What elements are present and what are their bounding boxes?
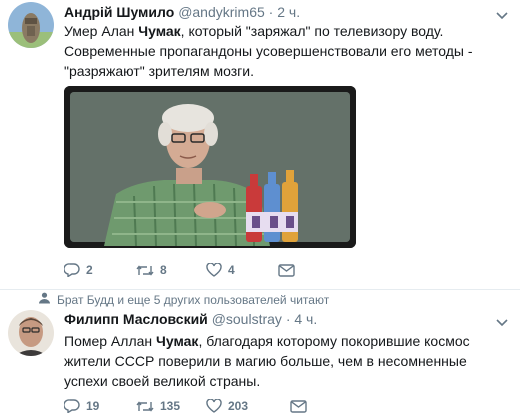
reply-button[interactable]: 2 — [64, 262, 93, 278]
retweet-count: 135 — [160, 399, 181, 413]
tweet-actions: 2 8 4 — [64, 262, 364, 278]
author-handle[interactable]: @andykrim65 — [178, 4, 265, 20]
timestamp[interactable]: 2 ч. — [277, 4, 300, 20]
retweet-icon — [136, 400, 154, 413]
retweet-count: 8 — [160, 263, 167, 277]
like-count: 203 — [228, 399, 249, 413]
like-icon — [206, 399, 222, 413]
like-count: 4 — [228, 263, 235, 277]
like-icon — [206, 263, 222, 277]
tweet[interactable]: Андрій Шумило @andykrim65 · 2 ч. Умер Ал… — [0, 0, 520, 290]
like-button[interactable]: 4 — [206, 262, 235, 278]
tweet-header: Филипп Масловский @soulstray · 4 ч. — [64, 311, 317, 327]
retweet-button[interactable]: 8 — [136, 262, 167, 278]
tweet-text-part: Помер Аллан — [64, 333, 157, 349]
retweet-button[interactable]: 135 — [136, 398, 180, 414]
tweet-text-part: Умер Алан — [64, 23, 139, 39]
people-icon — [38, 292, 57, 307]
reply-icon — [64, 399, 80, 413]
avatar[interactable] — [8, 2, 54, 48]
social-context[interactable]: Брат Будд и еще 5 других пользователей ч… — [38, 292, 329, 307]
dm-icon — [290, 399, 307, 413]
retweet-icon — [136, 264, 154, 277]
tweet-text-highlight: Чумак — [156, 333, 199, 349]
reply-icon — [64, 263, 80, 277]
avatar[interactable] — [8, 310, 54, 356]
reply-count: 2 — [86, 263, 93, 277]
dm-button[interactable] — [290, 398, 307, 414]
author-handle[interactable]: @soulstray — [212, 311, 282, 327]
reply-count: 19 — [86, 399, 100, 413]
author-name[interactable]: Андрій Шумило — [64, 4, 174, 20]
tweet-text: Умер Алан Чумак, который "заряжал" по те… — [64, 21, 504, 81]
separator: · — [285, 311, 291, 327]
dm-icon — [278, 263, 295, 277]
like-button[interactable]: 203 — [206, 398, 248, 414]
dm-button[interactable] — [278, 262, 295, 278]
tweet-text-highlight: Чумак — [138, 23, 181, 39]
separator: · — [268, 4, 274, 20]
author-name[interactable]: Филипп Масловский — [64, 311, 208, 327]
tweet-text: Помер Аллан Чумак, благодаря которому по… — [64, 331, 504, 391]
reply-button[interactable]: 19 — [64, 398, 99, 414]
chevron-down-icon[interactable] — [496, 314, 508, 332]
tweet-actions: 19 135 203 — [64, 398, 364, 414]
social-context-text: Брат Будд и еще 5 других пользователей ч… — [57, 292, 330, 307]
tweet-header: Андрій Шумило @andykrim65 · 2 ч. — [64, 4, 300, 20]
tweet-media-image[interactable] — [64, 86, 356, 248]
timestamp[interactable]: 4 ч. — [294, 311, 317, 327]
